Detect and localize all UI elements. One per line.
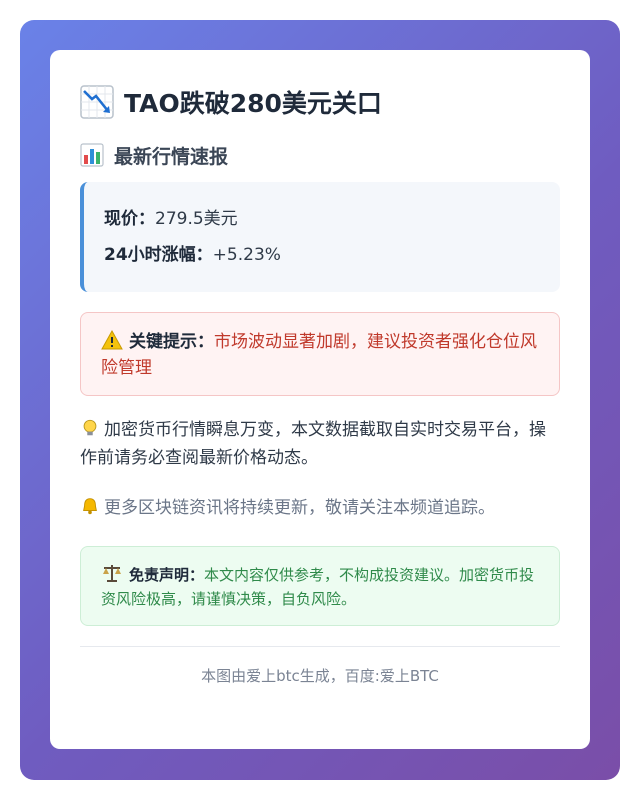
page-title: TAO跌破280美元关口: [124, 89, 382, 118]
change-row: 24小时涨幅：+5.23%: [104, 242, 540, 278]
change-label: 24小时涨幅：: [104, 245, 213, 265]
tip-text: 加密货币行情瞬息万变，本文数据截取自实时交易平台，操作前请务必查阅最新价格动态。: [80, 420, 546, 468]
key-warning-box: 关键提示：市场波动显著加剧，建议投资者强化仓位风险管理: [80, 312, 560, 396]
price-value: 279.5美元: [155, 209, 238, 229]
disclaimer-box: 免责声明：本文内容仅供参考，不构成投资建议。加密货币投资风险极高，请谨慎决策，自…: [80, 546, 560, 626]
warning-icon: [101, 330, 123, 350]
footer-credit: 本图由爱上btc生成，百度:爱上BTC: [201, 667, 439, 685]
section-heading: 最新行情速报: [80, 142, 560, 168]
update-notice: 更多区块链资讯将持续更新，敬请关注本频道追踪。: [80, 494, 560, 522]
price-row: 现价：279.5美元: [104, 206, 540, 242]
change-value: +5.23%: [212, 245, 281, 265]
scales-icon: [103, 565, 121, 582]
price-quote-box: 现价：279.5美元 24小时涨幅：+5.23%: [80, 182, 560, 292]
divider: [80, 646, 560, 647]
disclaimer-label: 免责声明：: [129, 566, 205, 584]
gradient-frame: TAO跌破280美元关口 最新行情速报 现价：279.5美元 24小时涨幅：+5…: [20, 20, 620, 780]
price-label: 现价：: [104, 209, 155, 229]
warning-label: 关键提示：: [129, 332, 214, 352]
section-title: 最新行情速报: [114, 145, 229, 168]
bar-chart-icon: [80, 143, 104, 167]
chart-decreasing-icon: [80, 85, 114, 119]
bell-icon: [83, 498, 97, 515]
tip-paragraph: 加密货币行情瞬息万变，本文数据截取自实时交易平台，操作前请务必查阅最新价格动态。: [80, 416, 560, 472]
news-card: TAO跌破280美元关口 最新行情速报 现价：279.5美元 24小时涨幅：+5…: [50, 50, 590, 749]
update-text: 更多区块链资讯将持续更新，敬请关注本频道追踪。: [104, 498, 495, 518]
lightbulb-icon: [83, 419, 97, 436]
title-row: TAO跌破280美元关口: [80, 84, 560, 120]
